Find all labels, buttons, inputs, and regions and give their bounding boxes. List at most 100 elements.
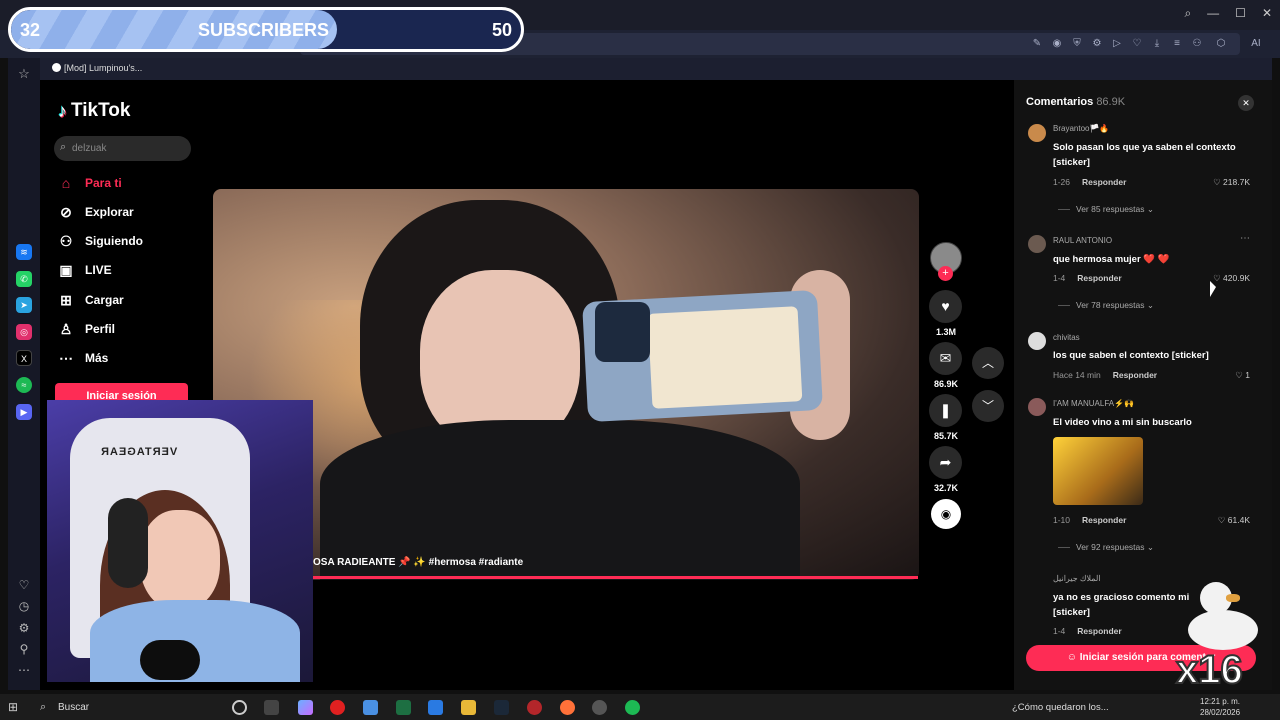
- nav-siguiendo[interactable]: ⚇ Siguiendo: [58, 231, 143, 251]
- video-progress-bar[interactable]: [313, 576, 918, 579]
- excel-icon[interactable]: [396, 700, 411, 715]
- comment-like[interactable]: ♡ 1: [1200, 370, 1250, 381]
- star-icon[interactable]: ☆: [16, 66, 32, 82]
- search-icon[interactable]: ⌕: [40, 701, 46, 714]
- play-icon[interactable]: ▷: [1110, 37, 1124, 51]
- search-icon[interactable]: ⌕: [1184, 6, 1191, 21]
- chair-brand: VERTAGEAR: [100, 446, 178, 458]
- shield-icon[interactable]: ⛨: [1070, 37, 1084, 51]
- comment-button[interactable]: ✉: [929, 342, 962, 375]
- comment-user[interactable]: RAUL ANTONIO: [1053, 236, 1112, 245]
- game-icon[interactable]: [527, 700, 542, 715]
- x-icon[interactable]: X: [16, 350, 32, 366]
- history-icon[interactable]: ◷: [16, 598, 32, 614]
- clock-time: 12:21 p. m.: [1200, 697, 1241, 706]
- view-replies[interactable]: Ver 85 respuestas ⌄: [1058, 204, 1154, 215]
- telegram-icon[interactable]: ➤: [16, 297, 32, 313]
- windows-start-icon[interactable]: ⊞: [8, 700, 22, 714]
- prev-video-button[interactable]: ︿: [972, 347, 1004, 379]
- maximize-icon[interactable]: ☐: [1235, 6, 1246, 21]
- upload-icon: ⊞: [60, 291, 72, 308]
- nav-mas[interactable]: ⋯ Más: [58, 348, 108, 368]
- comment-like[interactable]: ♡ 61.4K: [1200, 515, 1250, 526]
- reply-button[interactable]: Responder: [1082, 177, 1126, 187]
- nav-explorar[interactable]: ⊘ Explorar: [58, 202, 134, 222]
- opera-icon[interactable]: [330, 700, 345, 715]
- extension-icon[interactable]: ⚙: [1090, 37, 1104, 51]
- bulb-icon[interactable]: ⚲: [16, 641, 32, 657]
- taskbar-search[interactable]: Buscar: [58, 702, 89, 713]
- follow-plus-icon[interactable]: +: [938, 266, 953, 281]
- nav-cargar[interactable]: ⊞ Cargar: [58, 290, 124, 310]
- share-count: 32.7K: [933, 483, 959, 493]
- ai-button[interactable]: AI: [1244, 37, 1268, 51]
- account-icon[interactable]: ⚇: [1190, 37, 1204, 51]
- comment-avatar[interactable]: [1028, 398, 1046, 416]
- comment-avatar[interactable]: [1028, 235, 1046, 253]
- save-button[interactable]: ❚: [929, 394, 962, 427]
- tiktok-logo[interactable]: ♪ TikTok: [58, 100, 130, 122]
- store-icon[interactable]: [363, 700, 378, 715]
- copilot-icon[interactable]: [298, 700, 313, 715]
- reply-button[interactable]: Responder: [1113, 370, 1157, 380]
- minimize-icon[interactable]: —: [1207, 6, 1219, 21]
- compass-icon: ⊘: [60, 203, 72, 220]
- steam-icon[interactable]: [494, 700, 509, 715]
- obs-icon[interactable]: [592, 700, 607, 715]
- reply-button[interactable]: Responder: [1082, 515, 1126, 525]
- widgets-icon[interactable]: [264, 700, 279, 715]
- like-button[interactable]: ♥: [929, 290, 962, 323]
- comments-title-text: Comentarios: [1026, 96, 1094, 108]
- comment-avatar[interactable]: [1028, 124, 1046, 142]
- video-caption: OSA RADIEANTE 📌 ✨ #hermosa #radiante: [313, 557, 524, 568]
- more-icon[interactable]: ⋯: [16, 662, 32, 678]
- comment-user[interactable]: الملاك جيرانيل: [1053, 574, 1101, 583]
- edit-icon[interactable]: ✎: [1030, 37, 1044, 51]
- close-comments-button[interactable]: ✕: [1238, 95, 1254, 111]
- spotify-icon[interactable]: ≈: [16, 377, 32, 393]
- spotify-icon[interactable]: [625, 700, 640, 715]
- nav-perfil[interactable]: ♙ Perfil: [58, 319, 115, 339]
- comment-meta: 1-10 Responder: [1053, 515, 1126, 525]
- instagram-icon[interactable]: ◎: [16, 324, 32, 340]
- reply-button[interactable]: Responder: [1077, 626, 1121, 636]
- settings-icon[interactable]: ⚙: [16, 620, 32, 636]
- menu-icon[interactable]: ≡: [1170, 37, 1184, 51]
- heart-icon[interactable]: ♡: [1130, 37, 1144, 51]
- search-input[interactable]: delzuak: [72, 143, 106, 154]
- cube-icon[interactable]: ⬡: [1214, 37, 1228, 51]
- comment-user[interactable]: chivitas: [1053, 333, 1080, 342]
- comment-text: El video vino a mi sin buscarlo: [1053, 417, 1192, 428]
- music-disc-icon[interactable]: ◉: [931, 499, 961, 529]
- comment-like[interactable]: ♡ 218.7K: [1200, 177, 1250, 188]
- profile-icon: ♙: [59, 320, 73, 337]
- comment-like[interactable]: ♡ 420.9K: [1200, 273, 1250, 284]
- share-button[interactable]: ➦: [929, 446, 962, 479]
- download-icon[interactable]: ⤓: [1150, 37, 1164, 51]
- heart-icon[interactable]: ♡: [16, 577, 32, 593]
- camera-icon[interactable]: ◉: [1050, 37, 1064, 51]
- reply-button[interactable]: Responder: [1077, 273, 1121, 283]
- comment-date: 1-4: [1053, 273, 1066, 283]
- close-icon[interactable]: ✕: [1262, 6, 1272, 21]
- folder-icon[interactable]: [461, 700, 476, 715]
- outlook-icon[interactable]: [428, 700, 443, 715]
- next-video-button[interactable]: ﹀: [972, 390, 1004, 422]
- tab-title[interactable]: [Mod] Lumpinou's...: [64, 63, 142, 73]
- whatsapp-icon[interactable]: ✆: [16, 271, 32, 287]
- comment-user[interactable]: I'AM MANUALFA⚡🙌: [1053, 399, 1134, 408]
- messenger-icon[interactable]: ≋: [16, 244, 32, 260]
- task-view-icon[interactable]: [232, 700, 247, 715]
- nav-label: Para ti: [85, 176, 122, 190]
- app-icon[interactable]: ▶: [16, 404, 32, 420]
- tab-strip: [40, 58, 1272, 80]
- comment-avatar[interactable]: [1028, 332, 1046, 350]
- view-replies[interactable]: Ver 78 respuestas ⌄: [1058, 300, 1154, 311]
- nav-live[interactable]: ▣ LIVE: [58, 260, 111, 280]
- nav-para-ti[interactable]: ⌂ Para ti: [58, 173, 122, 193]
- news-widget[interactable]: ¿Cómo quedaron los...: [1012, 702, 1109, 713]
- comment-more-icon[interactable]: ⋯: [1240, 233, 1250, 244]
- comment-user[interactable]: Brayantoo🏳️🔥: [1053, 124, 1109, 133]
- firefox-icon[interactable]: [560, 700, 575, 715]
- view-replies[interactable]: Ver 92 respuestas ⌄: [1058, 542, 1154, 553]
